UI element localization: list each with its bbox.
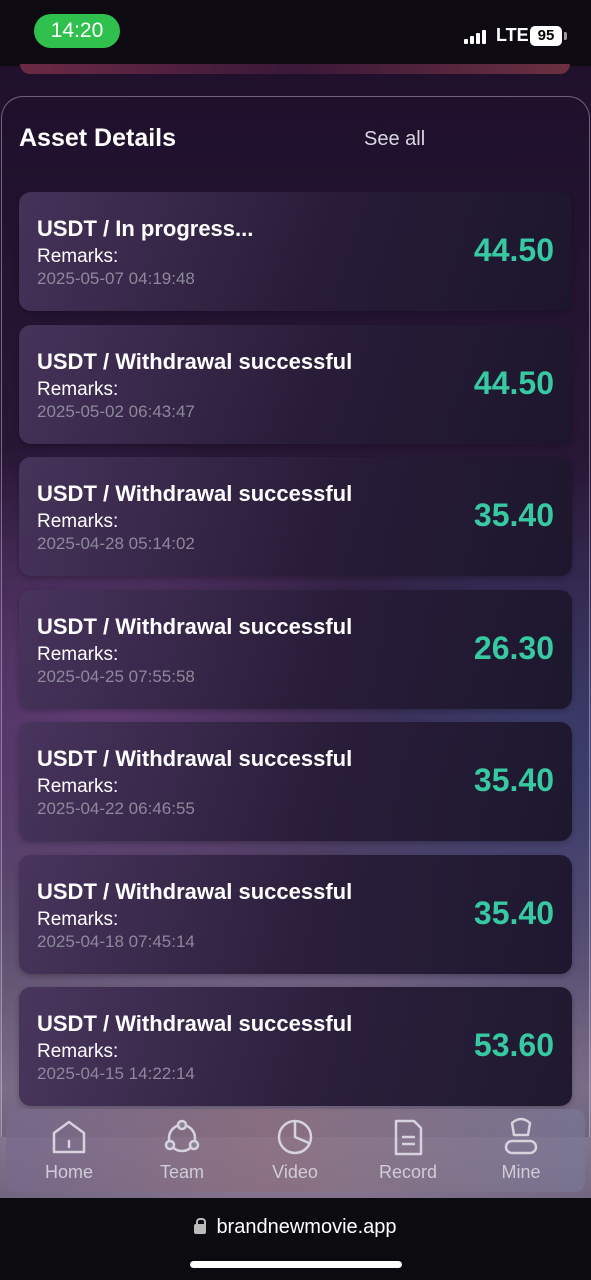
nav-label-mine: Mine xyxy=(501,1162,541,1182)
asset-card-date: 2025-04-25 07:55:58 xyxy=(37,667,195,686)
top-card-edge xyxy=(20,64,570,74)
asset-card-title: USDT / Withdrawal successful xyxy=(37,879,353,904)
asset-card-date: 2025-05-07 04:19:48 xyxy=(37,269,195,288)
nav-item-team[interactable]: Team xyxy=(126,1109,238,1192)
nav-label-team: Team xyxy=(159,1162,204,1182)
asset-card[interactable]: USDT / In progress... Remarks: 2025-05-0… xyxy=(19,192,572,311)
asset-card[interactable]: USDT / Withdrawal successful Remarks: 20… xyxy=(19,325,572,444)
mine-icon xyxy=(504,1117,538,1155)
network-type: LTE xyxy=(496,25,529,45)
home-icon xyxy=(52,1120,86,1154)
status-time: 14:20 xyxy=(34,14,120,48)
asset-card-title: USDT / In progress... xyxy=(37,216,254,241)
bottom-nav: Home Team Video Record Mine xyxy=(6,1109,585,1192)
nav-label-home: Home xyxy=(44,1162,93,1182)
lock-icon xyxy=(194,1218,207,1234)
nav-item-mine[interactable]: Mine xyxy=(465,1109,577,1192)
asset-card-title: USDT / Withdrawal successful xyxy=(37,1011,353,1036)
asset-card-date: 2025-04-22 06:46:55 xyxy=(37,799,195,818)
asset-card-amount: 44.50 xyxy=(473,232,554,268)
status-bar: 14:20 LTE 95 xyxy=(0,0,591,66)
asset-card[interactable]: USDT / Withdrawal successful Remarks: 20… xyxy=(19,457,572,576)
url-bar[interactable]: brandnewmovie.app xyxy=(0,1216,591,1239)
asset-card-date: 2025-04-28 05:14:02 xyxy=(37,534,195,553)
asset-card-amount: 44.50 xyxy=(473,365,554,401)
battery-tip xyxy=(564,32,567,40)
record-icon xyxy=(394,1119,423,1156)
asset-card-amount: 35.40 xyxy=(473,895,554,931)
nav-item-record[interactable]: Record xyxy=(352,1109,464,1192)
url-text: brandnewmovie.app xyxy=(216,1216,397,1238)
asset-card-amount: 26.30 xyxy=(473,630,554,666)
asset-card-remarks: Remarks: xyxy=(37,1041,119,1062)
asset-card[interactable]: USDT / Withdrawal successful Remarks: 20… xyxy=(19,590,572,709)
asset-card-remarks: Remarks: xyxy=(37,379,119,400)
video-icon xyxy=(277,1119,313,1155)
battery-icon: 95 xyxy=(530,26,562,46)
asset-card-amount: 53.60 xyxy=(473,1027,554,1063)
asset-card-remarks: Remarks: xyxy=(37,644,119,665)
asset-card-remarks: Remarks: xyxy=(37,909,119,930)
nav-label-record: Record xyxy=(378,1162,438,1182)
asset-card-amount: 35.40 xyxy=(473,497,554,533)
screen: 14:20 LTE 95 Asset Details See all USDT … xyxy=(0,0,591,1280)
nav-item-home[interactable]: Home xyxy=(13,1109,125,1192)
asset-card-remarks: Remarks: xyxy=(37,246,119,267)
asset-card[interactable]: USDT / Withdrawal successful Remarks: 20… xyxy=(19,722,572,841)
asset-card[interactable]: USDT / Withdrawal successful Remarks: 20… xyxy=(19,855,572,974)
asset-card-amount: 35.40 xyxy=(473,762,554,798)
asset-card-title: USDT / Withdrawal successful xyxy=(37,746,353,771)
see-all-link[interactable]: See all xyxy=(364,128,425,151)
asset-card-title: USDT / Withdrawal successful xyxy=(37,481,353,506)
nav-label-video: Video xyxy=(272,1162,318,1182)
asset-card[interactable]: USDT / Withdrawal successful Remarks: 20… xyxy=(19,987,572,1106)
home-indicator[interactable] xyxy=(190,1261,402,1268)
nav-item-video[interactable]: Video xyxy=(239,1109,351,1192)
section-title: Asset Details xyxy=(19,124,177,152)
team-icon xyxy=(164,1119,200,1153)
asset-card-date: 2025-04-15 14:22:14 xyxy=(37,1064,195,1083)
asset-card-remarks: Remarks: xyxy=(37,776,119,797)
signal-icon xyxy=(464,30,490,44)
asset-card-remarks: Remarks: xyxy=(37,511,119,532)
asset-card-date: 2025-04-18 07:45:14 xyxy=(37,932,195,951)
asset-card-title: USDT / Withdrawal successful xyxy=(37,614,353,639)
asset-card-date: 2025-05-02 06:43:47 xyxy=(37,402,195,421)
asset-card-title: USDT / Withdrawal successful xyxy=(37,349,353,374)
